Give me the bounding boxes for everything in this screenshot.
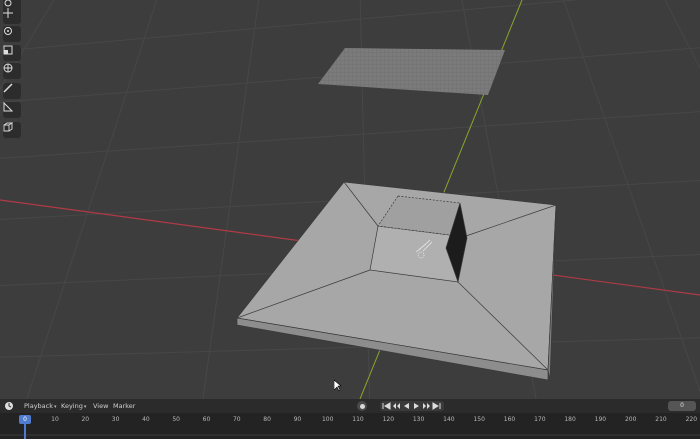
frame-tick-label: 130 [412,416,425,423]
tool-rotate[interactable] [3,26,21,42]
auto-keying-record-button[interactable] [357,401,367,411]
viewport-scene [0,0,700,399]
frame-tick-label: 40 [142,416,150,423]
timeline-editor: Playback▾ Keying▾ View Marker 0 10 20 30 40… [0,399,700,439]
playback-controls [380,401,444,411]
record-dot-icon [359,403,365,409]
mouse-pointer-icon [334,380,342,392]
frame-tick-label: 150 [473,416,485,423]
frame-tick-label: 30 [111,416,120,423]
base-mesh [236,181,557,381]
menu-marker[interactable]: Marker [113,402,135,410]
frame-tick-label: 220 [685,416,698,423]
frame-tick-label: 160 [503,416,516,423]
frame-tick-label: 80 [263,416,271,423]
frame-tick-label: 70 [232,416,241,423]
frame-tick-label: 20 [81,416,90,423]
move-tool-icon [3,8,13,18]
add-cube-tool-icon [3,122,13,132]
frame-tick-label: 140 [443,416,455,423]
tool-transform[interactable] [3,63,21,79]
editor-type-clock-icon[interactable] [4,401,14,411]
frame-tick-label: 200 [624,416,637,423]
frame-tick-label: 90 [293,416,302,423]
frame-tick-label: 210 [655,416,667,423]
frame-tick-label: 10 [51,416,59,423]
timeline-header: Playback▾ Keying▾ View Marker 0 [0,399,700,413]
frame-tick-label: 190 [594,416,607,423]
tool-scale[interactable] [3,45,21,61]
jump-to-end-icon[interactable] [432,402,441,410]
frame-tick-label: 50 [172,416,181,423]
3d-viewport[interactable] [0,0,700,399]
tool-measure[interactable] [3,102,21,118]
frame-tick-label: 100 [321,416,334,423]
frame-tick-label: 120 [382,416,395,423]
transform-tool-icon [3,63,13,73]
jump-to-start-icon[interactable] [382,402,391,410]
frame-tick-label: 170 [534,416,546,423]
chevron-down-icon: ▾ [54,404,57,410]
frame-range-bar [0,434,700,436]
play-icon[interactable] [412,402,421,410]
jump-to-keyframe-forward-icon[interactable] [422,402,431,410]
menu-keying[interactable]: Keying▾ [61,402,86,410]
chevron-down-icon: ▾ [83,404,87,410]
tool-move[interactable] [3,8,21,24]
frame-tick-label: 110 [352,416,364,423]
tool-annotate[interactable] [3,83,21,99]
scale-tool-icon [3,45,13,55]
jump-to-keyframe-back-icon[interactable] [392,402,401,410]
rotate-tool-icon [4,27,12,35]
measure-tool-icon [3,102,13,112]
frame-tick-label: 180 [564,416,576,423]
cursor-tool-icon [4,0,12,7]
playhead-line [24,423,26,439]
menu-view[interactable]: View [93,402,108,410]
current-frame-field[interactable]: 0 [668,401,696,411]
tool-add-cube[interactable] [3,122,21,138]
playhead-frame-label[interactable]: 0 [19,415,31,424]
annotate-tool-icon [3,83,13,93]
play-reverse-icon[interactable] [402,402,411,410]
frame-tick-label: 60 [202,416,211,423]
menu-playback[interactable]: Playback▾ [24,402,57,410]
